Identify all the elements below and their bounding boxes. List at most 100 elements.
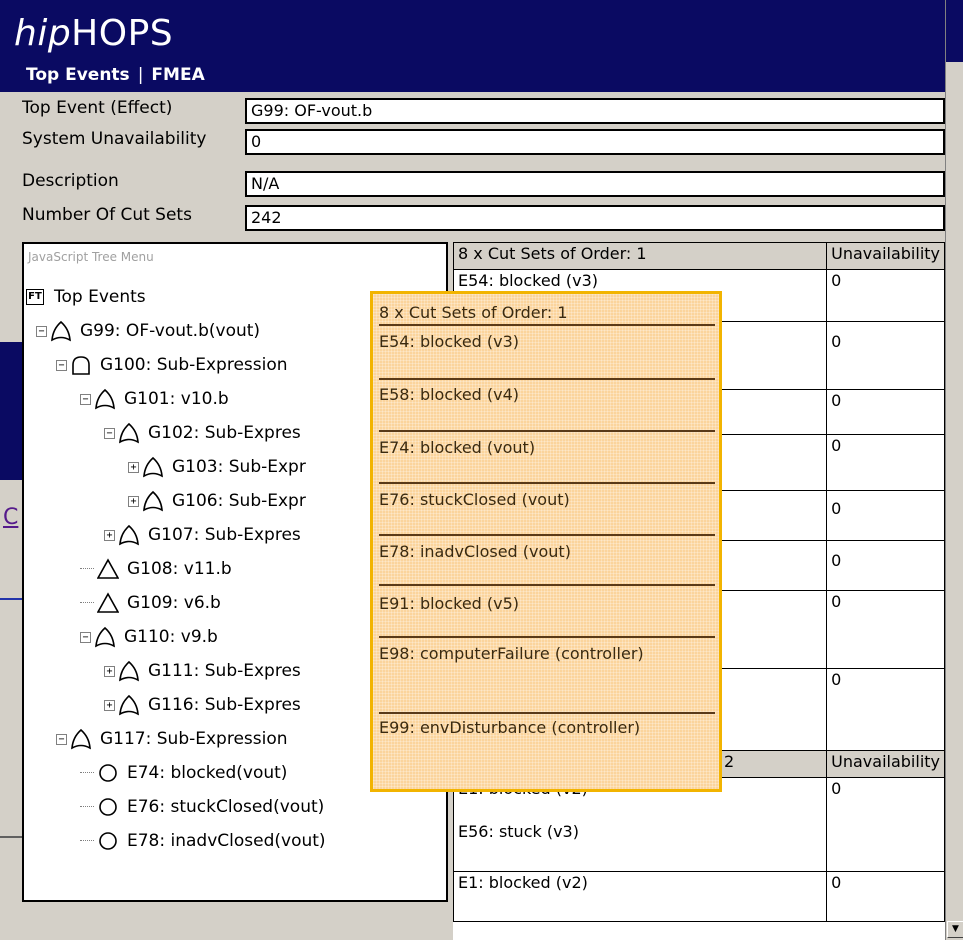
tree-node[interactable]: G109: v6.b: [80, 586, 221, 620]
tree-node[interactable]: + G106: Sub-Expr: [128, 484, 306, 518]
unavailability-header: Unavailability: [826, 242, 945, 270]
tree-node-label[interactable]: E78: inadvClosed(vout): [127, 831, 326, 851]
tree-connector: [80, 568, 94, 570]
tree-node-label[interactable]: G99: OF-vout.b(vout): [80, 321, 260, 341]
tree-node-label[interactable]: Top Events: [54, 287, 146, 307]
tree-root-top-events[interactable]: FT Top Events: [26, 280, 146, 314]
app-title-italic: hip: [14, 13, 72, 54]
collapse-toggle-icon[interactable]: −: [104, 427, 115, 439]
tree-node[interactable]: − G99: OF-vout.b(vout): [36, 314, 260, 348]
tree-node-label[interactable]: G106: Sub-Expr: [172, 491, 306, 511]
popup-item: E78: inadvClosed (vout): [379, 542, 571, 561]
tree-node-label[interactable]: G101: v10.b: [124, 389, 229, 409]
unavailability-header-2: Unavailability: [826, 750, 945, 778]
circle-icon: [97, 796, 119, 818]
background-line: [0, 598, 22, 600]
collapse-toggle-icon[interactable]: −: [56, 359, 67, 371]
unavailability-label: System Unavailability: [22, 129, 207, 149]
tree-node[interactable]: − G101: v10.b: [80, 382, 229, 416]
tree-node-label[interactable]: G117: Sub-Expression: [100, 729, 288, 749]
unavailability-cell: 0: [826, 389, 945, 435]
description-field[interactable]: N/A: [245, 171, 945, 197]
tree-node-label[interactable]: G110: v9.b: [124, 627, 218, 647]
scroll-down-arrow-icon[interactable]: ▼: [947, 921, 963, 938]
unavailability-field[interactable]: 0: [245, 129, 945, 155]
expand-toggle-icon[interactable]: +: [104, 529, 115, 541]
popup-item: E54: blocked (v3): [379, 332, 520, 351]
unavailability-cell: 0: [826, 540, 945, 591]
tree-node-label[interactable]: G102: Sub-Expres: [148, 423, 301, 443]
tree-node[interactable]: G108: v11.b: [80, 552, 232, 586]
description-label: Description: [22, 171, 119, 191]
collapse-toggle-icon[interactable]: −: [36, 325, 47, 337]
circle-icon: [97, 830, 119, 852]
tree-connector: [80, 806, 94, 808]
unavailability-cell: 0: [826, 269, 945, 322]
expand-toggle-icon[interactable]: +: [104, 699, 115, 711]
tree-node-label[interactable]: G103: Sub-Expr: [172, 457, 306, 477]
nav-separator: |: [137, 65, 144, 85]
unavailability-cell: 0: [826, 777, 945, 872]
app-title-rest: HOPS: [71, 13, 174, 54]
collapse-toggle-icon[interactable]: −: [80, 631, 91, 643]
popup-item: E58: blocked (v4): [379, 385, 520, 404]
popup-item: E91: blocked (v5): [379, 594, 520, 613]
tree-node-label[interactable]: G108: v11.b: [127, 559, 232, 579]
app-header: hipHOPS Top Events | FMEA: [0, 0, 945, 92]
expand-toggle-icon[interactable]: +: [104, 665, 115, 677]
app-title: hipHOPS: [14, 12, 173, 56]
or-gate-icon: [50, 320, 72, 342]
background-link-fragment: C: [3, 505, 19, 530]
or-gate-icon: [142, 456, 164, 478]
tree-node[interactable]: − G102: Sub-Expres: [104, 416, 301, 450]
tree-node[interactable]: − G110: v9.b: [80, 620, 218, 654]
tree-node[interactable]: E74: blocked(vout): [80, 756, 287, 790]
or-gate-icon: [70, 728, 92, 750]
info-row-description: Description N/A: [0, 168, 945, 198]
popup-separator: [379, 378, 715, 380]
expand-toggle-icon[interactable]: +: [128, 495, 139, 507]
and-gate-icon: [70, 354, 92, 376]
tree-node-label[interactable]: G116: Sub-Expres: [148, 695, 301, 715]
popup-title: 8 x Cut Sets of Order: 1: [379, 303, 568, 322]
tree-node-label[interactable]: G107: Sub-Expres: [148, 525, 301, 545]
tree-node[interactable]: E76: stuckClosed(vout): [80, 790, 324, 824]
popup-item: E98: computerFailure (controller): [379, 644, 644, 663]
or-gate-icon: [142, 490, 164, 512]
top-event-field[interactable]: G99: OF-vout.b: [245, 98, 945, 124]
popup-item: E99: envDisturbance (controller): [379, 718, 641, 737]
background-window-fragment: [0, 342, 22, 480]
tree-node-label[interactable]: E76: stuckClosed(vout): [127, 797, 324, 817]
tree-menu-header: JavaScript Tree Menu: [28, 250, 154, 264]
unavailability-cell: 0: [826, 668, 945, 751]
unavailability-cell: 0: [826, 490, 945, 541]
nav-fmea[interactable]: FMEA: [151, 65, 204, 85]
nav-top-events[interactable]: Top Events: [26, 65, 130, 85]
popup-separator: [379, 712, 715, 714]
or-gate-icon: [118, 660, 140, 682]
header-nav: Top Events | FMEA: [26, 65, 205, 85]
cut-sets-field[interactable]: 242: [245, 205, 945, 231]
circle-icon: [97, 762, 119, 784]
tree-node[interactable]: − G100: Sub-Expression: [56, 348, 288, 382]
tree-node[interactable]: + G116: Sub-Expres: [104, 688, 301, 722]
tree-node-label[interactable]: G109: v6.b: [127, 593, 221, 613]
or-gate-icon: [94, 388, 116, 410]
tree-node[interactable]: + G111: Sub-Expres: [104, 654, 301, 688]
unavailability-cell: 0: [826, 321, 945, 390]
tree-node-label[interactable]: G111: Sub-Expres: [148, 661, 301, 681]
triangle-icon: [97, 558, 119, 580]
expand-toggle-icon[interactable]: +: [128, 461, 139, 473]
window-scrollbar[interactable]: ▼: [945, 0, 963, 940]
collapse-toggle-icon[interactable]: −: [80, 393, 91, 405]
popup-separator: [379, 324, 715, 326]
popup-separator: [379, 430, 715, 432]
tree-node[interactable]: − G117: Sub-Expression: [56, 722, 288, 756]
collapse-toggle-icon[interactable]: −: [56, 733, 67, 745]
tree-node[interactable]: + G107: Sub-Expres: [104, 518, 301, 552]
tree-node[interactable]: E78: inadvClosed(vout): [80, 824, 326, 858]
tree-node-label[interactable]: E74: blocked(vout): [127, 763, 287, 783]
tree-node[interactable]: + G103: Sub-Expr: [128, 450, 306, 484]
cut-set-event: E56: stuck (v3): [458, 822, 579, 841]
tree-node-label[interactable]: G100: Sub-Expression: [100, 355, 288, 375]
